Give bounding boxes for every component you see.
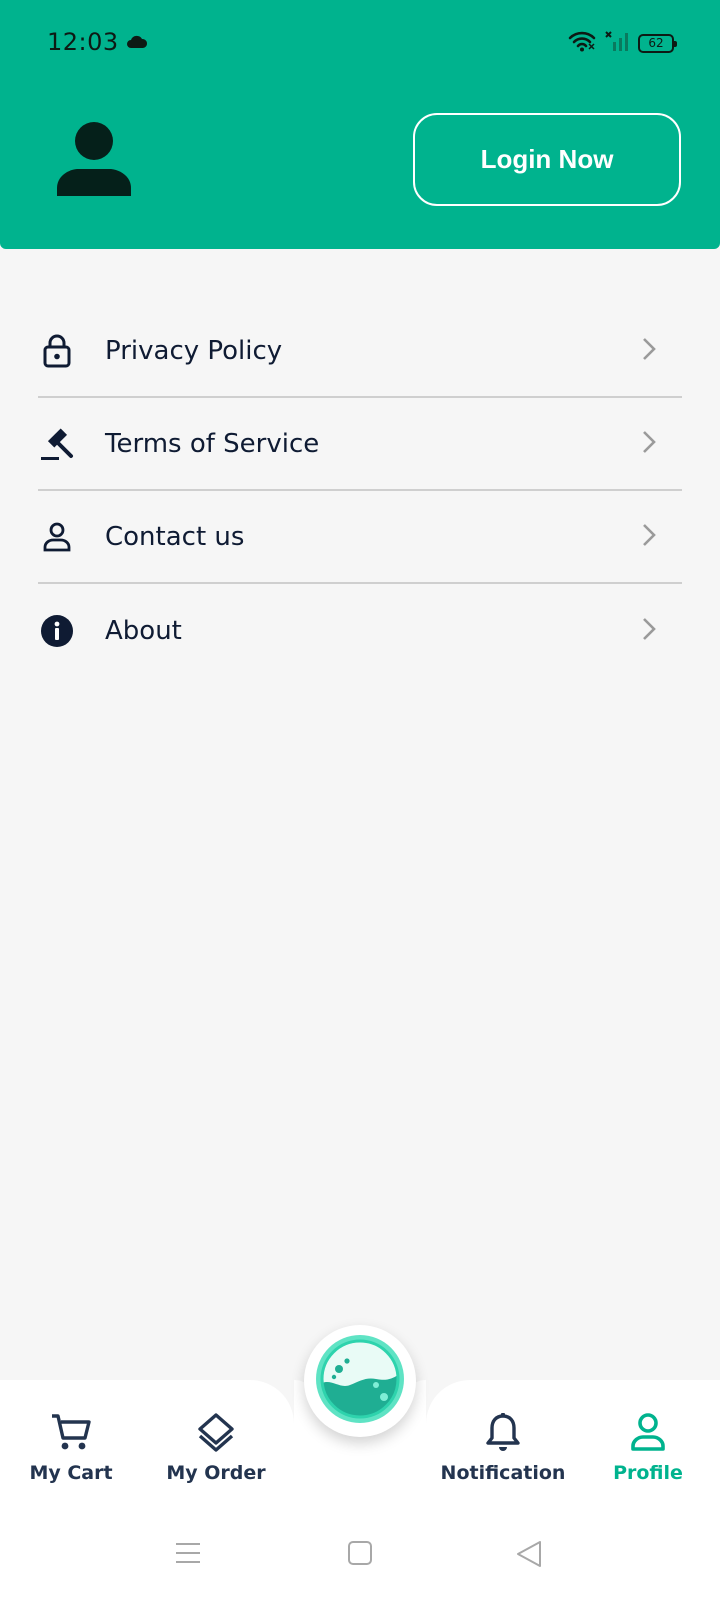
chevron-right-icon [642, 337, 656, 365]
cloud-icon [126, 34, 148, 53]
nav-label: My Cart [29, 1462, 113, 1484]
menu-icon[interactable] [175, 1540, 201, 1570]
chevron-right-icon [642, 617, 656, 645]
layers-icon [196, 1412, 236, 1456]
gavel-icon [38, 425, 76, 463]
menu-item-contact-us[interactable]: Contact us [38, 491, 682, 584]
back-icon[interactable] [516, 1540, 542, 1572]
chevron-right-icon [642, 523, 656, 551]
menu-item-label: Terms of Service [105, 428, 320, 459]
bell-icon [485, 1412, 521, 1456]
lock-icon [38, 332, 76, 370]
settings-menu: Privacy Policy Terms of Service Contact … [38, 305, 682, 677]
avatar-icon [55, 120, 133, 202]
wifi-icon [568, 30, 596, 56]
login-now-button[interactable]: Login Now [413, 113, 681, 206]
nav-notification[interactable]: Notification [440, 1412, 566, 1484]
menu-item-label: About [105, 615, 182, 646]
menu-item-terms-of-service[interactable]: Terms of Service [38, 398, 682, 491]
chevron-right-icon [642, 430, 656, 458]
menu-item-privacy-policy[interactable]: Privacy Policy [38, 305, 682, 398]
status-time: 12:03 [47, 28, 119, 56]
person-icon [630, 1412, 666, 1456]
nav-label: Notification [440, 1462, 566, 1484]
menu-item-about[interactable]: About [38, 584, 682, 677]
info-icon [38, 612, 76, 650]
home-icon[interactable] [348, 1540, 372, 1570]
nav-my-order[interactable]: My Order [156, 1412, 276, 1484]
nav-label: Profile [613, 1462, 683, 1484]
nav-label: My Order [166, 1462, 266, 1484]
status-icons: 62 [568, 30, 677, 56]
system-navigation-bar [0, 1510, 720, 1600]
menu-item-label: Privacy Policy [105, 335, 283, 366]
profile-header: 12:03 62 Login Now [0, 0, 720, 249]
battery-icon: 62 [638, 33, 677, 53]
cart-icon [50, 1412, 92, 1456]
status-bar: 12:03 62 [0, 0, 720, 88]
washing-machine-button[interactable] [304, 1325, 416, 1437]
menu-item-label: Contact us [105, 521, 245, 552]
person-outline-icon [38, 518, 76, 556]
signal-icon [604, 30, 630, 56]
washing-machine-icon [314, 1333, 406, 1429]
nav-my-cart[interactable]: My Cart [11, 1412, 131, 1484]
nav-profile[interactable]: Profile [588, 1412, 708, 1484]
